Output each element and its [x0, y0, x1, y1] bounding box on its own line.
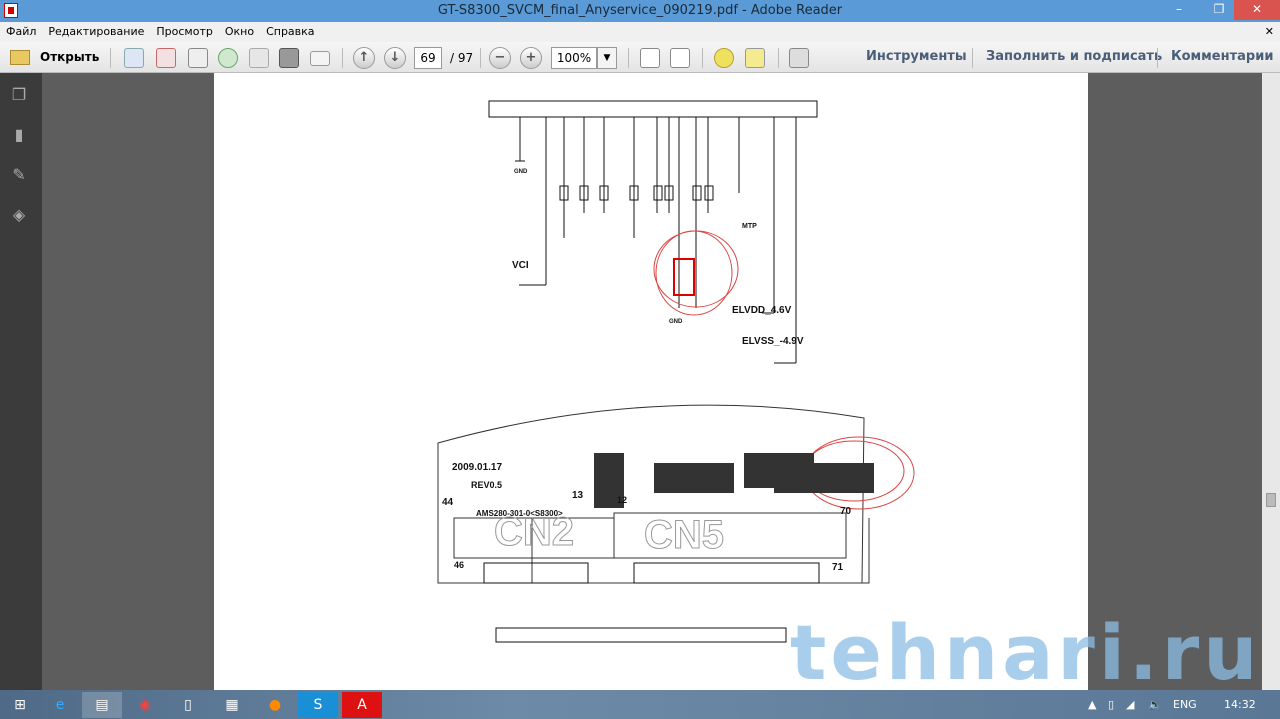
pin-71: 71 — [832, 562, 844, 573]
pdf-page: VCI GND GND MTP ELVDD_4.6V ELVSS_-4.9V 2… — [214, 73, 1088, 690]
tray-arrow-icon[interactable]: ▲ — [1088, 698, 1096, 711]
ie-icon[interactable]: e — [40, 692, 80, 718]
bookmarks-icon[interactable]: ▮ — [9, 125, 29, 145]
menu-file[interactable]: Файл — [0, 22, 42, 38]
battery-icon: ▯ — [1108, 698, 1115, 711]
tools-button[interactable]: Инструменты — [866, 49, 967, 64]
next-page-button[interactable]: ↓ — [384, 47, 406, 69]
highlight-icon[interactable] — [745, 48, 765, 68]
date-label: 2009.01.17 — [452, 462, 502, 473]
open-button[interactable]: Открыть — [8, 47, 100, 69]
zoom-in-button[interactable]: + — [520, 47, 542, 69]
zoom-input[interactable]: 100% — [551, 47, 597, 69]
previous-page-button[interactable]: ↑ — [353, 47, 375, 69]
vertical-scrollbar[interactable] — [1262, 73, 1280, 690]
toolbar: Открыть ↑ ↓ 69 / 97 − + 100% ▼ Инструмен… — [0, 42, 1280, 73]
fill-sign-button[interactable]: Заполнить и подписать — [986, 49, 1162, 64]
gnd-label-2: GND — [669, 319, 683, 325]
pin-46: 46 — [454, 560, 464, 570]
close-document-icon[interactable]: ✕ — [1265, 25, 1274, 38]
elvdd-label: ELVDD_4.6V — [732, 305, 792, 316]
menu-window[interactable]: Окно — [219, 22, 260, 38]
page-number-input[interactable]: 69 — [414, 47, 442, 69]
gnd-label: GND — [514, 169, 528, 175]
open-label: Открыть — [40, 50, 100, 64]
start-button[interactable]: ⊞ — [0, 692, 40, 718]
page-total: / 97 — [450, 51, 474, 65]
language-indicator[interactable]: ENG — [1173, 698, 1197, 711]
window-title: GT-S8300_SVCM_final_Anyservice_090219.pd… — [437, 3, 843, 18]
explorer-icon[interactable]: ▤ — [82, 692, 122, 718]
maximize-button[interactable]: ❐ — [1206, 0, 1232, 20]
attachments-icon[interactable]: ✎ — [9, 165, 29, 185]
keyboard-icon[interactable]: ▦ — [212, 692, 252, 718]
save-icon[interactable] — [249, 48, 269, 68]
adobe-reader-taskbar-icon[interactable]: A — [342, 692, 382, 718]
elvss-label: ELVSS_-4.9V — [742, 336, 804, 347]
rev-label: REV0.5 — [471, 480, 502, 490]
menu-edit[interactable]: Редактирование — [42, 22, 150, 38]
watermark: tehnari.ru — [790, 608, 1262, 697]
combine-icon[interactable] — [156, 48, 176, 68]
vci-label: VCI — [512, 260, 529, 271]
title-bar: GT-S8300_SVCM_final_Anyservice_090219.pd… — [0, 0, 1280, 22]
schematic-drawing: VCI GND GND MTP ELVDD_4.6V ELVSS_-4.9V 2… — [437, 100, 915, 643]
pin-12: 12 — [617, 495, 627, 505]
network-icon[interactable]: ◢ — [1126, 698, 1134, 711]
menu-view[interactable]: Просмотр — [150, 22, 218, 38]
print-icon[interactable] — [279, 48, 299, 68]
c36-label: C36 — [680, 445, 697, 455]
edit-icon[interactable] — [188, 48, 208, 68]
mtp-label: MTP — [742, 223, 757, 230]
comment-icon[interactable] — [714, 48, 734, 68]
fit-width-icon[interactable] — [670, 48, 690, 68]
firefox-icon[interactable]: ● — [255, 692, 295, 718]
pin-44: 44 — [442, 497, 454, 508]
chrome-icon[interactable]: ◉ — [125, 692, 165, 718]
menu-bar: Файл Редактирование Просмотр Окно Справка ✕ — [0, 22, 1280, 42]
clock[interactable]: 14:32 — [1224, 698, 1256, 711]
zoom-dropdown-icon[interactable]: ▼ — [597, 47, 617, 69]
layers-icon[interactable]: ◈ — [9, 205, 29, 225]
pin-70: 70 — [840, 506, 852, 517]
full-screen-icon[interactable] — [789, 48, 809, 68]
create-pdf-icon[interactable] — [124, 48, 144, 68]
cn5-label: CN5 — [644, 513, 724, 557]
taskbar: ⊞ e ▤ ◉ ▯ ▦ ● S A ▲ ▯ ◢ 🔈 ENG 14:32 — [0, 690, 1280, 719]
pin-13: 13 — [572, 490, 584, 501]
comments-button[interactable]: Комментарии — [1171, 49, 1273, 64]
cn2-label: CN2 — [494, 510, 574, 554]
zoom-out-button[interactable]: − — [489, 47, 511, 69]
connector-pins — [488, 100, 818, 118]
skype-icon[interactable]: S — [298, 692, 338, 718]
scroll-thumb[interactable] — [1266, 493, 1276, 507]
close-button[interactable]: ✕ — [1234, 0, 1280, 20]
volume-icon[interactable]: 🔈 — [1148, 698, 1162, 711]
folder-icon — [10, 50, 30, 65]
minimize-button[interactable]: – — [1166, 0, 1192, 20]
navigation-pane: ❐ ▮ ✎ ◈ — [0, 73, 42, 690]
menu-help[interactable]: Справка — [260, 22, 320, 38]
cloud-upload-icon[interactable] — [218, 48, 238, 68]
highlight-box — [673, 258, 695, 296]
fit-page-icon[interactable] — [640, 48, 660, 68]
app-icon[interactable]: ▯ — [168, 692, 208, 718]
pages-icon[interactable]: ❐ — [9, 85, 29, 105]
email-icon[interactable] — [310, 51, 330, 66]
